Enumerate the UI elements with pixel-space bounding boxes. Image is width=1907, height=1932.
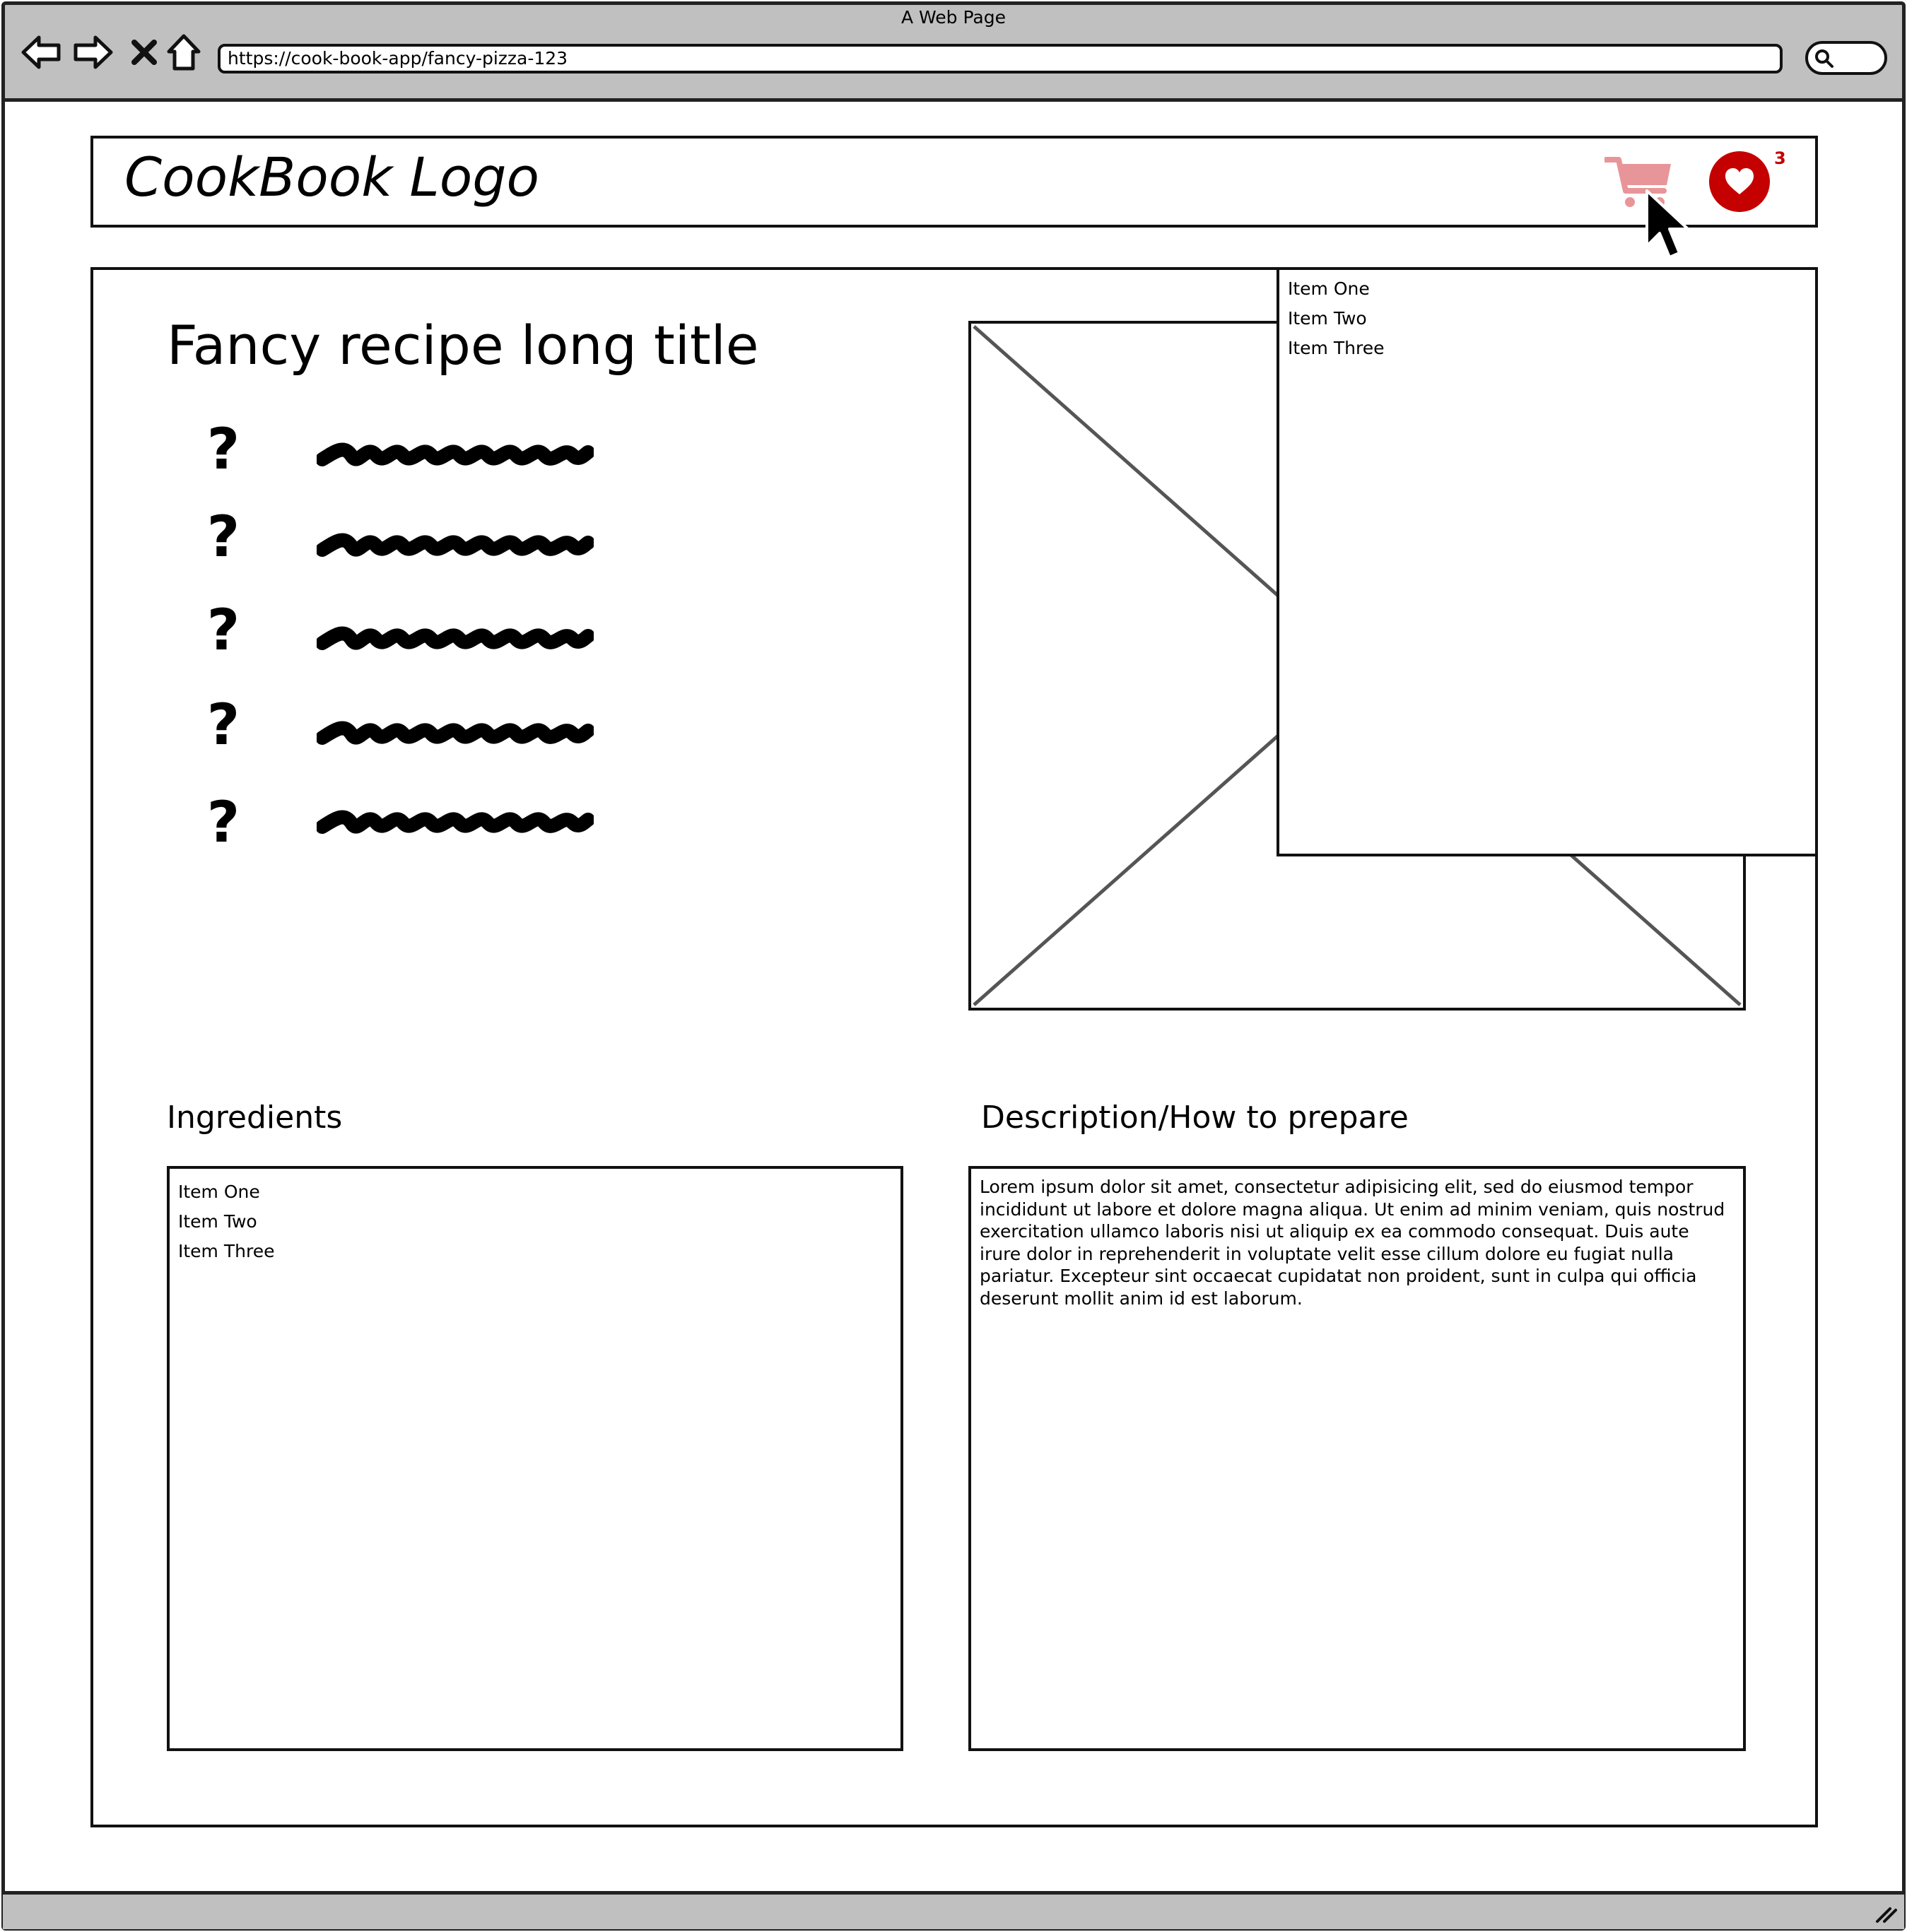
meta-icon-5: ? [206, 789, 240, 855]
recipe-title: Fancy recipe long title [167, 314, 759, 377]
meta-icon-1: ? [206, 416, 240, 482]
ingredients-list: Item One Item Two Item Three [167, 1166, 903, 1751]
favorites-button[interactable] [1709, 151, 1770, 212]
heart-icon [1725, 168, 1754, 194]
dropdown-item[interactable]: Item One [1288, 274, 1807, 304]
meta-icon-3: ? [206, 597, 240, 663]
scribble-text-5 [317, 810, 594, 834]
list-item[interactable]: Item Two [178, 1207, 892, 1237]
description-panel: Lorem ipsum dolor sit amet, consectetur … [968, 1166, 1746, 1751]
site-logo[interactable]: CookBook Logo [124, 146, 539, 208]
ingredients-heading: Ingredients [167, 1100, 343, 1136]
description-text: Lorem ipsum dolor sit amet, consectetur … [980, 1177, 1725, 1309]
list-item[interactable]: Item One [178, 1177, 892, 1207]
meta-icon-2: ? [206, 504, 240, 570]
description-heading: Description/How to prepare [981, 1100, 1409, 1136]
list-item[interactable]: Item Three [178, 1237, 892, 1266]
scribble-text-1 [317, 442, 594, 466]
favorites-count-badge: 3 [1774, 148, 1786, 168]
resize-grip-icon[interactable] [1874, 1903, 1899, 1924]
meta-icon-4: ? [206, 692, 240, 758]
scribble-text-4 [317, 721, 594, 745]
browser-status-bar [3, 1891, 1904, 1929]
dropdown-item[interactable]: Item Three [1288, 334, 1807, 363]
scribble-text-3 [317, 626, 594, 650]
cart-dropdown: Item One Item Two Item Three [1277, 267, 1818, 856]
scribble-text-2 [317, 533, 594, 557]
dropdown-item[interactable]: Item Two [1288, 304, 1807, 334]
mouse-pointer-icon [1645, 189, 1689, 259]
